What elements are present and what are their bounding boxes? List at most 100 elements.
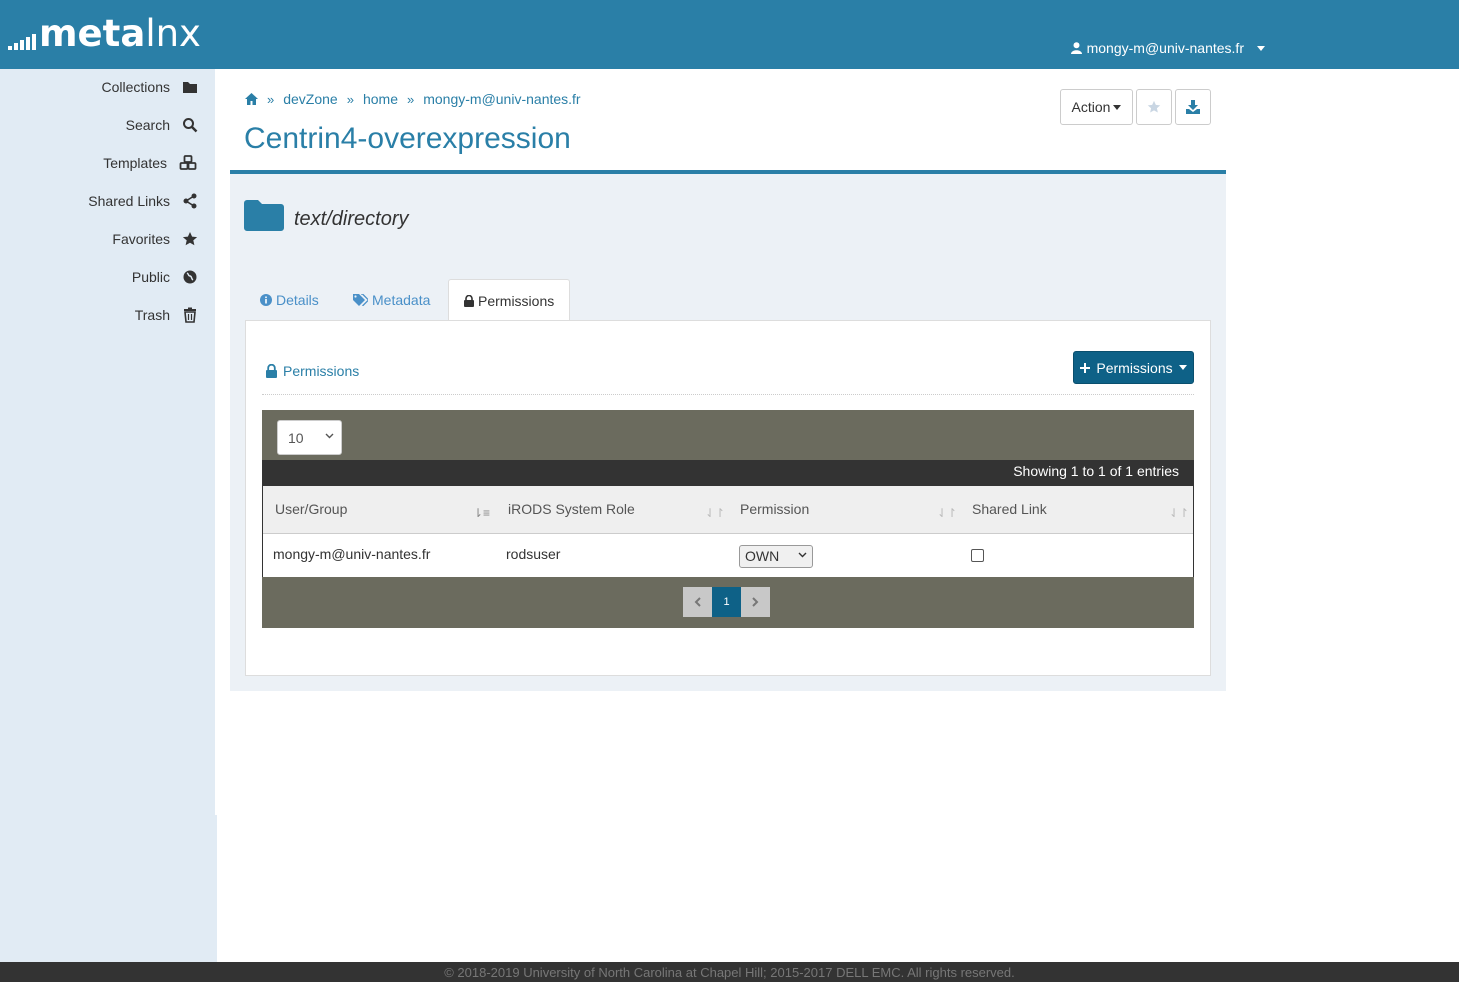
sidebar-item-label: Shared Links [88,193,170,209]
chevron-right-icon [752,597,759,607]
permissions-table: User/Group ⇂≡ iRODS System Role ⇃↾ Permi… [262,486,1194,578]
breadcrumb-item-home[interactable]: home [363,91,398,107]
table-header-row: User/Group ⇂≡ iRODS System Role ⇃↾ Permi… [263,486,1193,534]
sidebar-item-favorites[interactable]: Favorites [112,231,198,247]
chevron-left-icon [694,597,701,607]
plus-icon [1080,362,1091,373]
permissions-tab-panel: Permissions Permissions 10 Showing 1 to … [245,320,1211,676]
sidebar-item-label: Public [131,269,170,285]
user-icon [1070,42,1082,54]
cubes-icon [179,155,197,170]
footer: © 2018-2019 University of North Carolina… [0,962,1459,982]
sidebar-item-public[interactable]: Public [132,269,198,285]
info-icon [260,294,272,306]
column-header-permission[interactable]: Permission [728,486,960,534]
collection-type: text/directory [244,198,408,231]
folder-icon [183,82,197,93]
sort-icon: ⇃↾ [1169,506,1190,520]
column-header-irods-role[interactable]: iRODS System Role [496,486,728,534]
sidebar-item-label: Trash [134,307,170,323]
chevron-double-right-icon: » [267,91,275,107]
tab-label: Permissions [478,292,555,309]
action-dropdown-button[interactable]: Action [1060,89,1133,125]
sort-icon: ⇃↾ [937,506,958,520]
user-menu[interactable]: mongy-m@univ-nantes.fr [1070,40,1265,56]
tab-label: Details [276,292,319,308]
chevron-double-right-icon: » [406,91,415,107]
caret-down-icon [1178,365,1187,370]
table-length-toolbar: 10 [262,410,1194,460]
logo-bars-icon [8,34,36,50]
main-panel: text/directory Details Metadata Permissi… [230,170,1226,691]
permissions-heading-label: Permissions [283,363,360,379]
chevron-down-icon [325,433,334,439]
column-header-label: Shared Link [972,501,1047,517]
table-row: mongy-m@univ-nantes.fr rodsuser OWN [263,534,1193,577]
tab-metadata[interactable]: Metadata [338,279,445,321]
pagination: 1 [683,587,770,617]
tags-icon [353,294,368,306]
next-page-button[interactable] [741,587,770,617]
breadcrumb-item-user[interactable]: mongy-m@univ-nantes.fr [423,91,580,107]
favorite-button[interactable] [1136,89,1172,125]
tab-label: Metadata [372,292,431,308]
sort-icon: ⇃↾ [705,506,726,520]
share-icon [183,193,197,209]
home-icon[interactable] [245,93,258,105]
page-length-value: 10 [288,429,304,446]
permission-select[interactable]: OWN [739,545,813,568]
add-permission-label: Permissions [1096,359,1173,376]
page-title: Centrin4-overexpression [244,122,571,155]
shared-link-checkbox[interactable] [971,549,984,562]
column-header-label: Permission [740,501,810,517]
tab-bar: Details Metadata Permissions [245,279,1211,322]
column-header-user-group[interactable]: User/Group [263,486,496,534]
column-header-label: iRODS System Role [508,501,635,517]
brand-name: metalnx [39,12,201,55]
sidebar-item-label: Search [125,117,170,133]
brand-logo[interactable]: metalnx [8,14,201,54]
sidebar-item-shared-links[interactable]: Shared Links [88,193,198,209]
caret-down-icon [1257,45,1265,51]
user-name: mongy-m@univ-nantes.fr [1086,40,1244,56]
globe-icon [183,270,197,284]
tab-details[interactable]: Details [245,279,334,321]
caret-down-icon [1113,104,1122,110]
sidebar-item-label: Favorites [112,231,170,247]
table-pagination-bar: 1 [262,577,1194,628]
permissions-heading: Permissions [266,363,359,379]
cell-user-group: mongy-m@univ-nantes.fr [273,546,431,562]
lock-icon [464,294,474,307]
sidebar-item-search[interactable]: Search [126,117,198,133]
sidebar-item-trash[interactable]: Trash [135,307,198,323]
download-button[interactable] [1175,89,1211,125]
add-permission-button[interactable]: Permissions [1073,351,1194,384]
page-number-button[interactable]: 1 [712,587,741,617]
search-icon [183,118,198,133]
star-icon [182,232,198,246]
mime-type: text/directory [294,208,409,230]
sidebar-extension [215,815,217,962]
page-length-select[interactable]: 10 [277,420,342,455]
column-header-label: User/Group [275,501,348,517]
star-icon [1147,100,1161,113]
tab-permissions[interactable]: Permissions [448,279,571,322]
divider [262,394,1194,395]
breadcrumb-item-devzone[interactable]: devZone [283,91,337,107]
table-info: Showing 1 to 1 of 1 entries [262,460,1194,486]
sidebar-item-label: Collections [101,79,170,95]
trash-icon [184,307,196,323]
top-navbar: metalnx mongy-m@univ-nantes.fr [0,0,1459,69]
sort-asc-icon: ⇂≡ [473,506,491,520]
prev-page-button[interactable] [683,587,712,617]
action-label: Action [1071,99,1111,115]
breadcrumb: » devZone » home » mongy-m@univ-nantes.f… [245,91,581,107]
sidebar: Collections Search Templates Shared Link… [0,69,215,962]
sidebar-item-collections[interactable]: Collections [102,79,198,95]
column-header-shared-link[interactable]: Shared Link [960,486,1193,534]
permission-value: OWN [745,548,780,564]
sidebar-item-label: Templates [103,155,167,171]
folder-icon [244,199,284,231]
sidebar-item-templates[interactable]: Templates [103,155,198,171]
download-icon [1186,100,1200,114]
